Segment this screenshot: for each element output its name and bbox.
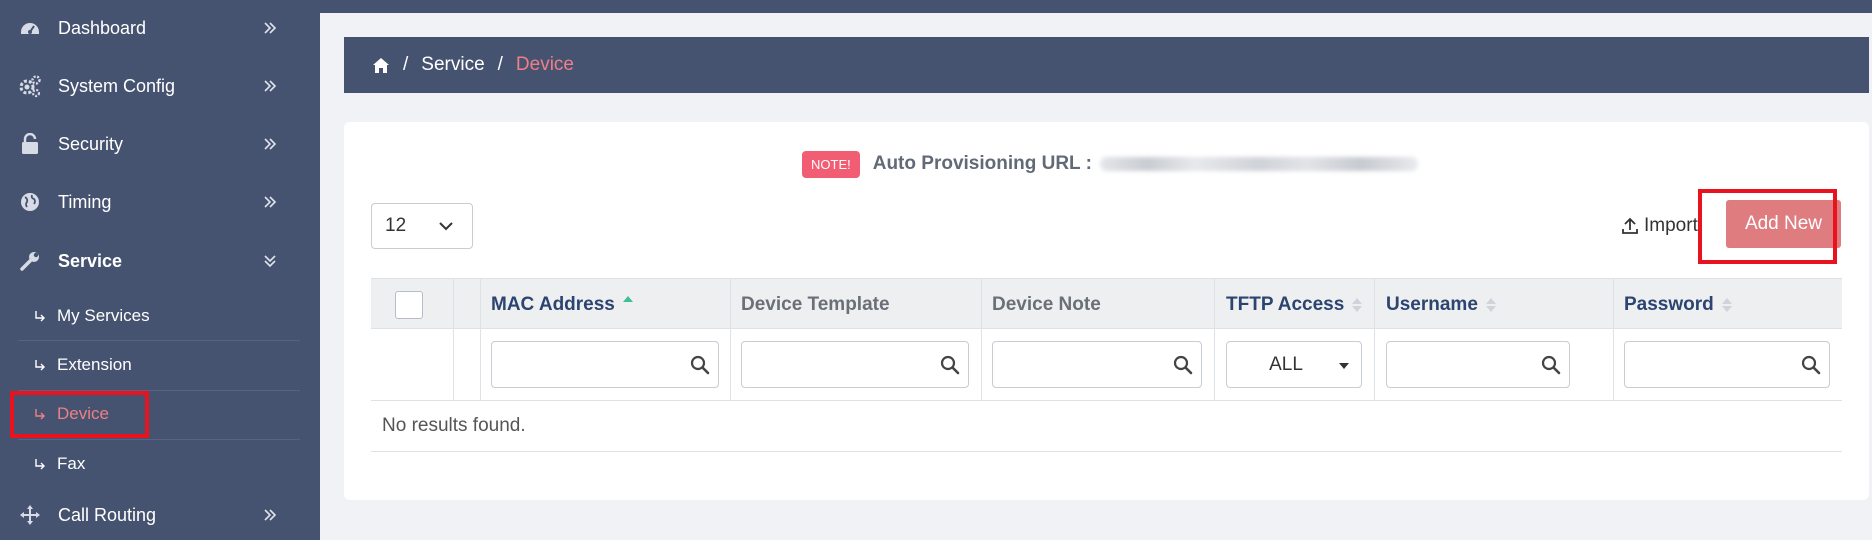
home-icon[interactable] xyxy=(372,57,390,74)
mac-address-filter-input[interactable] xyxy=(491,341,719,388)
sub-arrow-icon xyxy=(34,457,48,471)
column-header-label: Device Template xyxy=(741,293,890,315)
empty-message: No results found. xyxy=(382,415,526,436)
caret-down-icon xyxy=(1339,363,1349,369)
double-chevron-right-icon xyxy=(262,194,278,210)
provisioning-url-label: Auto Provisioning URL : xyxy=(872,153,1092,174)
table-filter-row: ALL xyxy=(371,329,1842,401)
upload-icon xyxy=(1620,216,1640,236)
column-header-device-note: Device Note xyxy=(992,279,1101,330)
column-divider xyxy=(1374,278,1375,401)
column-divider xyxy=(981,278,982,401)
sidebar-item-timing[interactable]: Timing xyxy=(0,182,320,222)
sidebar-subitem-label: Fax xyxy=(57,454,86,473)
sort-icon xyxy=(1721,297,1732,312)
column-header-label: MAC Address xyxy=(491,293,615,315)
sidebar-item-service[interactable]: Service xyxy=(0,241,320,281)
sidebar: Dashboard System Config Security Timing xyxy=(0,0,320,540)
search-icon xyxy=(1541,355,1561,375)
sidebar-subitem-my-services[interactable]: My Services xyxy=(0,292,300,340)
column-header-label: Username xyxy=(1386,293,1478,315)
search-icon xyxy=(1173,355,1193,375)
arrows-move-icon xyxy=(18,503,42,527)
page-size-select[interactable]: 12 xyxy=(371,203,473,249)
double-chevron-down-icon xyxy=(262,253,278,269)
table-empty-row: No results found. xyxy=(371,401,1842,452)
column-header-label: TFTP Access xyxy=(1226,293,1345,315)
provisioning-url-redacted xyxy=(1099,157,1418,171)
double-chevron-right-icon xyxy=(262,20,278,36)
highlight-box-add-new xyxy=(1698,189,1837,264)
tftp-access-filter-value: ALL xyxy=(1269,353,1303,375)
column-divider xyxy=(480,278,481,401)
provisioning-note: NOTE! Auto Provisioning URL : xyxy=(802,149,1418,179)
breadcrumb-current: Device xyxy=(515,54,574,75)
breadcrumb-separator: / xyxy=(497,54,503,75)
sidebar-subitem-extension[interactable]: Extension xyxy=(0,341,300,389)
import-label: Import xyxy=(1644,215,1698,236)
password-filter-input[interactable] xyxy=(1624,341,1830,388)
sort-icon xyxy=(1485,297,1496,312)
sidebar-item-system-config[interactable]: System Config xyxy=(0,66,320,106)
tftp-access-filter-select[interactable]: ALL xyxy=(1226,341,1362,388)
double-chevron-right-icon xyxy=(262,78,278,94)
breadcrumb-service[interactable]: Service xyxy=(421,54,484,76)
gears-icon xyxy=(18,74,42,98)
sidebar-item-label: Dashboard xyxy=(58,17,147,38)
import-button[interactable]: Import xyxy=(1620,212,1698,240)
search-icon xyxy=(690,355,710,375)
lock-icon xyxy=(18,132,42,156)
device-card: NOTE! Auto Provisioning URL : 12 Import … xyxy=(344,122,1869,500)
column-header-device-template: Device Template xyxy=(741,279,890,330)
column-header-label: Device Note xyxy=(992,293,1101,315)
dashboard-icon xyxy=(18,16,42,40)
device-note-filter-input[interactable] xyxy=(992,341,1202,388)
chevron-down-icon xyxy=(438,218,454,234)
note-badge: NOTE! xyxy=(802,150,860,178)
sidebar-item-label: Call Routing xyxy=(58,504,157,525)
double-chevron-right-icon xyxy=(262,507,278,523)
column-divider xyxy=(1214,278,1215,401)
sidebar-subitem-label: My Services xyxy=(57,306,150,325)
column-header-tftp-access[interactable]: TFTP Access xyxy=(1226,279,1363,330)
sidebar-item-dashboard[interactable]: Dashboard xyxy=(0,8,320,48)
column-divider xyxy=(730,278,731,401)
sidebar-subitem-fax[interactable]: Fax xyxy=(0,440,300,488)
sidebar-item-label: Timing xyxy=(58,191,112,212)
column-divider xyxy=(453,278,454,401)
column-header-username[interactable]: Username xyxy=(1386,279,1496,330)
page-size-value: 12 xyxy=(385,215,407,236)
select-all-checkbox[interactable] xyxy=(395,291,423,319)
sidebar-item-label: Service xyxy=(58,250,123,271)
wrench-icon xyxy=(18,249,42,273)
sort-icon xyxy=(1352,297,1363,312)
sort-asc-icon xyxy=(622,295,633,304)
table-header-row: MAC Address Device Template Device Note … xyxy=(371,278,1842,329)
sidebar-item-security[interactable]: Security xyxy=(0,124,320,164)
globe-icon xyxy=(18,190,42,214)
device-template-filter-input[interactable] xyxy=(741,341,969,388)
breadcrumb-separator: / xyxy=(403,54,409,75)
username-filter-input[interactable] xyxy=(1386,341,1570,388)
column-header-label: Password xyxy=(1624,293,1714,315)
column-divider xyxy=(1613,278,1614,401)
double-chevron-right-icon xyxy=(262,136,278,152)
column-header-password[interactable]: Password xyxy=(1624,279,1732,330)
highlight-box-device xyxy=(10,391,149,438)
sidebar-item-label: System Config xyxy=(58,75,176,96)
sidebar-item-label: Security xyxy=(58,133,124,154)
breadcrumb: / Service / Device xyxy=(344,37,1869,93)
top-header-strip xyxy=(320,0,1872,13)
search-icon xyxy=(940,355,960,375)
sub-arrow-icon xyxy=(34,309,48,323)
search-icon xyxy=(1801,355,1821,375)
sidebar-subitem-label: Extension xyxy=(57,355,132,374)
column-header-mac-address[interactable]: MAC Address xyxy=(491,279,633,330)
sub-arrow-icon xyxy=(34,358,48,372)
sidebar-item-call-routing[interactable]: Call Routing xyxy=(0,495,320,535)
